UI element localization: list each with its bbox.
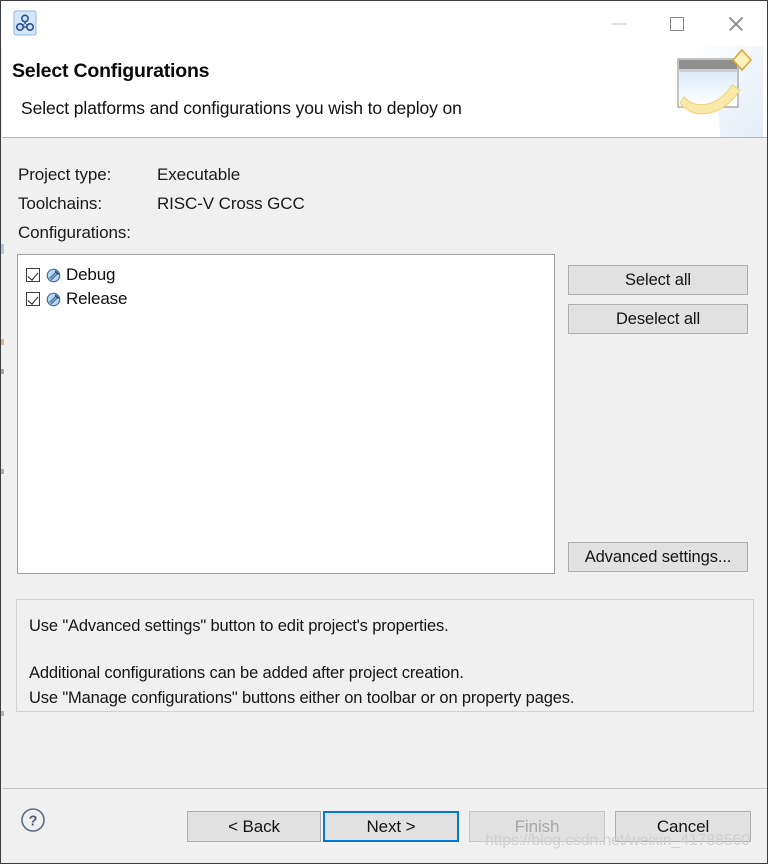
description-line-3: Use "Manage configurations" buttons eith…	[29, 689, 575, 707]
checkbox-release[interactable]	[26, 292, 40, 306]
next-button[interactable]: Next >	[323, 811, 459, 842]
list-item[interactable]: Debug	[18, 263, 554, 287]
svg-text:?: ?	[29, 814, 38, 830]
list-item-label: Debug	[66, 265, 116, 284]
close-button[interactable]	[705, 1, 767, 46]
project-type-value: Executable	[157, 165, 241, 184]
help-question-icon[interactable]: ?	[20, 807, 46, 833]
project-cluster-icon	[12, 9, 38, 37]
configuration-icon	[46, 292, 61, 307]
list-item-label: Release	[66, 289, 128, 308]
wizard-window-banner-icon	[658, 46, 763, 137]
maximize-button[interactable]	[649, 1, 705, 46]
wizard-header: Select Configurations Select platforms a…	[2, 46, 767, 138]
deselect-all-button[interactable]: Deselect all	[568, 304, 748, 334]
maximize-icon	[670, 16, 684, 31]
description-panel: Use "Advanced settings" button to edit p…	[16, 599, 754, 712]
select-all-button[interactable]: Select all	[568, 265, 748, 295]
toolchains-label: Toolchains:	[18, 194, 102, 213]
page-title: Select Configurations	[12, 60, 210, 82]
minimize-button[interactable]	[589, 1, 649, 46]
cancel-button[interactable]: Cancel	[615, 811, 751, 842]
page-subtitle: Select platforms and configurations you …	[21, 98, 462, 118]
back-button[interactable]: < Back	[187, 811, 321, 842]
project-type-label: Project type:	[18, 165, 112, 184]
checkbox-debug[interactable]	[26, 268, 40, 282]
description-line-2: Additional configurations can be added a…	[29, 664, 464, 682]
close-icon	[727, 15, 745, 33]
toolchains-value: RISC-V Cross GCC	[157, 194, 305, 213]
select-configurations-dialog: Select Configurations Select platforms a…	[0, 0, 768, 864]
window-controls	[589, 1, 767, 46]
configuration-icon	[46, 268, 61, 283]
title-bar	[1, 1, 767, 46]
configurations-list[interactable]: Debug Release	[17, 254, 555, 574]
minimize-icon	[611, 22, 627, 25]
description-line-1: Use "Advanced settings" button to edit p…	[29, 617, 449, 635]
list-item[interactable]: Release	[18, 287, 554, 311]
dialog-body: Project type: Executable Toolchains: RIS…	[2, 139, 767, 787]
configurations-label: Configurations:	[18, 223, 131, 242]
finish-button: Finish	[469, 811, 605, 842]
advanced-settings-button[interactable]: Advanced settings...	[568, 542, 748, 572]
